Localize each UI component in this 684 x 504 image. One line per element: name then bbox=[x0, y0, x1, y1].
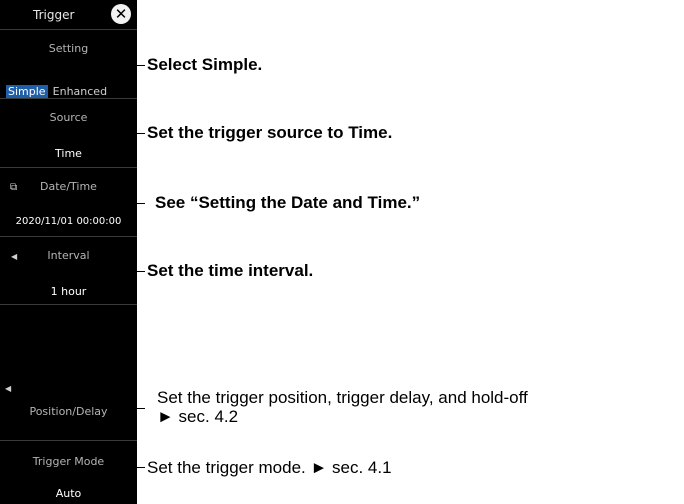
empty-item bbox=[0, 305, 137, 374]
note-setting: Select Simple. bbox=[147, 55, 263, 74]
leader-line bbox=[137, 203, 145, 204]
interval-value: 1 hour bbox=[50, 285, 87, 298]
trigger-mode-label: Trigger Mode bbox=[32, 455, 105, 468]
menu-title: Trigger bbox=[33, 8, 75, 22]
note-position-line2: ► sec. 4.2 bbox=[157, 407, 239, 426]
position-delay-label: Position/Delay bbox=[29, 405, 108, 418]
trigger-mode-value: Auto bbox=[55, 487, 82, 500]
left-arrow-icon: ◀ bbox=[5, 384, 12, 393]
source-value: Time bbox=[55, 147, 82, 160]
leader-line bbox=[137, 467, 145, 468]
datetime-item[interactable]: ⧉ Date/Time 2020/11/01 00:00:00 bbox=[0, 168, 137, 237]
position-delay-item[interactable]: ◀ Position/Delay bbox=[0, 374, 137, 441]
note-position-line1: Set the trigger position, trigger delay,… bbox=[157, 388, 528, 407]
interval-label: Interval bbox=[47, 249, 90, 262]
datetime-value: 2020/11/01 00:00:00 bbox=[15, 216, 122, 227]
source-label: Source bbox=[49, 111, 88, 124]
trigger-mode-item[interactable]: Trigger Mode Auto bbox=[0, 441, 137, 504]
trigger-menu-panel: Trigger ✕ Setting Simple Enhanced Source… bbox=[0, 0, 137, 504]
note-mode: Set the trigger mode. ► sec. 4.1 bbox=[147, 458, 392, 477]
source-item[interactable]: Source Time bbox=[0, 99, 137, 168]
datetime-label: Date/Time bbox=[40, 180, 97, 193]
leader-line bbox=[137, 65, 145, 66]
menu-header: Trigger ✕ bbox=[0, 0, 137, 30]
note-source: Set the trigger source to Time. bbox=[147, 123, 393, 142]
leader-line bbox=[137, 271, 145, 272]
setting-option-enhanced[interactable]: Enhanced bbox=[53, 85, 107, 98]
leader-line bbox=[137, 133, 145, 134]
note-interval: Set the time interval. bbox=[147, 261, 314, 280]
setting-item[interactable]: Setting Simple Enhanced bbox=[0, 30, 137, 99]
setting-option-simple[interactable]: Simple bbox=[6, 85, 48, 98]
interval-item[interactable]: ◀ Interval 1 hour bbox=[0, 237, 137, 305]
close-icon[interactable]: ✕ bbox=[111, 4, 131, 24]
note-datetime: See “Setting the Date and Time.” bbox=[155, 193, 421, 212]
setting-label: Setting bbox=[48, 42, 89, 55]
note-position: Set the trigger position, trigger delay,… bbox=[157, 388, 684, 426]
leader-line bbox=[137, 408, 145, 409]
